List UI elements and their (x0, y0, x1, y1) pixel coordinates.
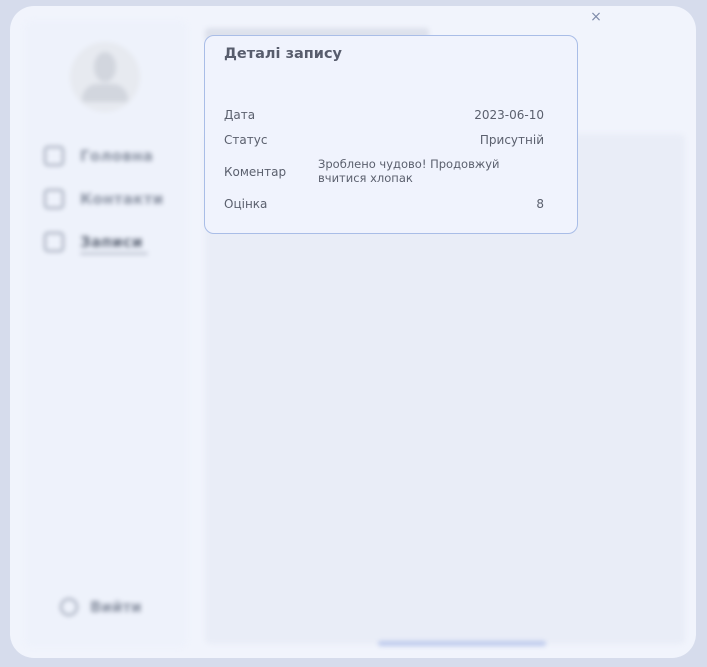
power-icon (60, 598, 78, 616)
detail-value: 2023-06-10 (474, 108, 544, 122)
modal-title: Деталі запису (224, 46, 343, 62)
sidebar-item-label: Головна (80, 147, 154, 165)
avatar (70, 42, 140, 112)
detail-label: Оцінка (224, 197, 268, 211)
sidebar-item-contacts[interactable]: Контакти (44, 187, 164, 211)
sidebar (24, 20, 188, 648)
detail-value: Зроблено чудово! Продовжуй вчитися хлопа… (318, 157, 500, 185)
sidebar-item-label: Записи (80, 233, 143, 251)
active-indicator (80, 252, 148, 255)
logout-label: Вийти (90, 598, 142, 616)
contacts-icon (44, 189, 64, 209)
record-details-modal: Деталі запису Дата 2023-06-10 Статус При… (204, 35, 578, 234)
sidebar-item-label: Контакти (80, 190, 164, 208)
sidebar-item-home[interactable]: Головна (44, 144, 153, 168)
records-icon (44, 232, 64, 252)
avatar-head (94, 52, 116, 82)
detail-label: Коментар (224, 165, 287, 179)
detail-value: Присутній (479, 133, 544, 147)
detail-label: Дата (224, 108, 256, 122)
detail-label: Статус (224, 133, 268, 147)
home-icon (44, 146, 64, 166)
logout-button[interactable]: Вийти (60, 598, 142, 616)
avatar-body (82, 84, 128, 102)
close-icon[interactable]: × (588, 9, 604, 25)
horizontal-scrollbar[interactable] (378, 641, 546, 646)
detail-row-comment: Коментар Зроблено чудово! Продовжуй вчит… (224, 157, 544, 190)
detail-value: 8 (536, 197, 544, 211)
sidebar-item-records[interactable]: Записи (44, 230, 143, 254)
